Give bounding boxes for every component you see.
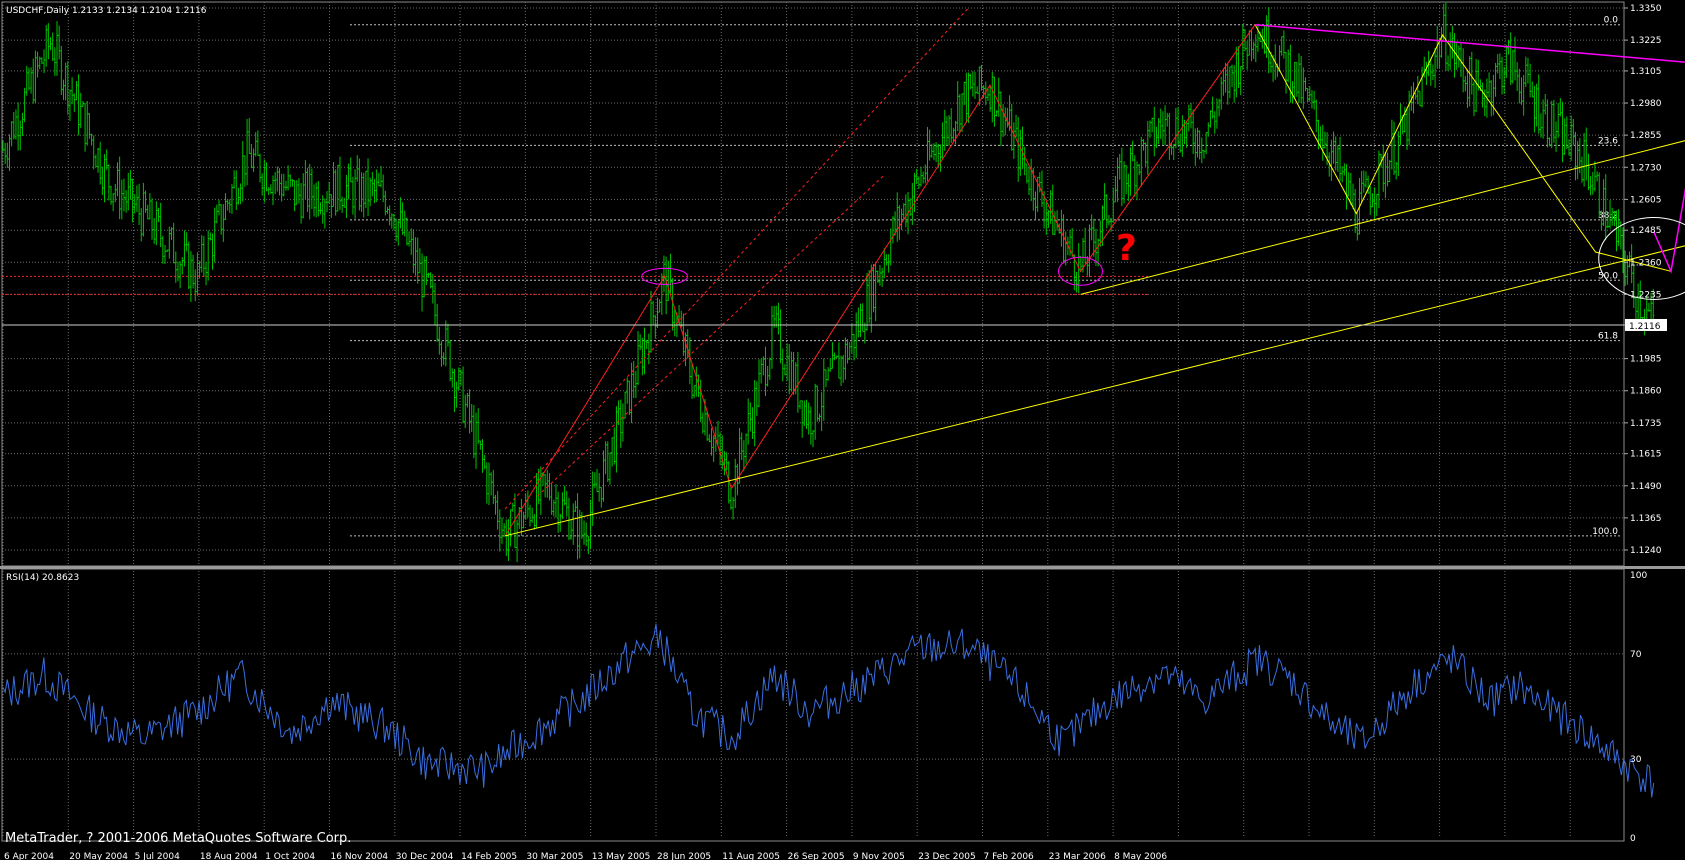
question-mark: ? [1116,228,1137,269]
date-tick-label: 30 Mar 2005 [526,852,583,860]
price-tick-label: 1.1615 [1630,450,1662,460]
date-tick-label: 20 May 2004 [69,852,128,860]
date-tick-label: 30 Dec 2004 [396,852,454,860]
rsi-tick-label: 30 [1630,755,1642,765]
date-tick-label: 18 Aug 2004 [200,852,258,860]
trading-chart: 0.023.638.250.061.8100.0 1.33501.32251.3… [0,0,1685,860]
price-tick-label: 1.2730 [1630,163,1662,173]
fib-level-label: 0.0 [1604,16,1619,26]
price-tick-label: 1.3350 [1630,4,1662,14]
rsi-tick-label: 0 [1630,834,1636,844]
copyright-text: MetaTrader, ? 2001-2006 MetaQuotes Softw… [5,831,351,846]
price-tick-label: 1.3225 [1630,36,1662,46]
date-tick-label: 6 Apr 2004 [4,852,54,860]
date-tick-label: 16 Nov 2004 [331,852,389,860]
date-tick-label: 23 Mar 2006 [1049,852,1106,860]
price-tick-label: 1.2235 [1630,290,1662,300]
fib-level-label: 61.8 [1598,332,1618,342]
price-tick-label: 1.3105 [1630,67,1662,77]
price-tick-label: 1.1490 [1630,482,1662,492]
fib-level-label: 100.0 [1592,527,1618,537]
date-tick-label: 11 Aug 2005 [722,852,780,860]
price-tick-label: 1.1985 [1630,355,1662,365]
rsi-info: RSI(14) 20.8623 [6,573,79,583]
date-tick-label: 23 Dec 2005 [918,852,976,860]
price-tick-label: 1.2360 [1630,258,1662,268]
date-tick-label: 26 Sep 2005 [788,852,845,860]
date-tick-label: 14 Feb 2005 [461,852,517,860]
price-tick-label: 1.2980 [1630,99,1662,109]
date-tick-label: 1 Oct 2004 [265,852,315,860]
price-tick-label: 1.2855 [1630,131,1662,141]
date-tick-label: 13 May 2005 [592,852,651,860]
price-tick-label: 1.1860 [1630,387,1662,397]
date-tick-label: 28 Jun 2005 [657,852,711,860]
price-tick-label: 1.2485 [1630,226,1662,236]
fib-level-label: 50.0 [1598,271,1618,281]
rsi-tick-label: 100 [1630,571,1647,581]
price-tick-label: 1.1365 [1630,514,1662,524]
price-tick-label: 1.1240 [1630,546,1662,556]
symbol-info: USDCHF,Daily 1.2133 1.2134 1.2104 1.2116 [6,6,207,16]
rsi-tick-label: 70 [1630,650,1642,660]
date-tick-label: 7 Feb 2006 [984,852,1035,860]
fib-level-label: 23.6 [1598,136,1618,146]
current-price-label: 1.2116 [1629,322,1661,332]
date-tick-label: 8 May 2006 [1114,852,1167,860]
price-tick-label: 1.1735 [1630,419,1662,429]
date-tick-label: 9 Nov 2005 [853,852,905,860]
price-tick-label: 1.2605 [1630,195,1662,205]
date-tick-label: 5 Jul 2004 [135,852,180,860]
